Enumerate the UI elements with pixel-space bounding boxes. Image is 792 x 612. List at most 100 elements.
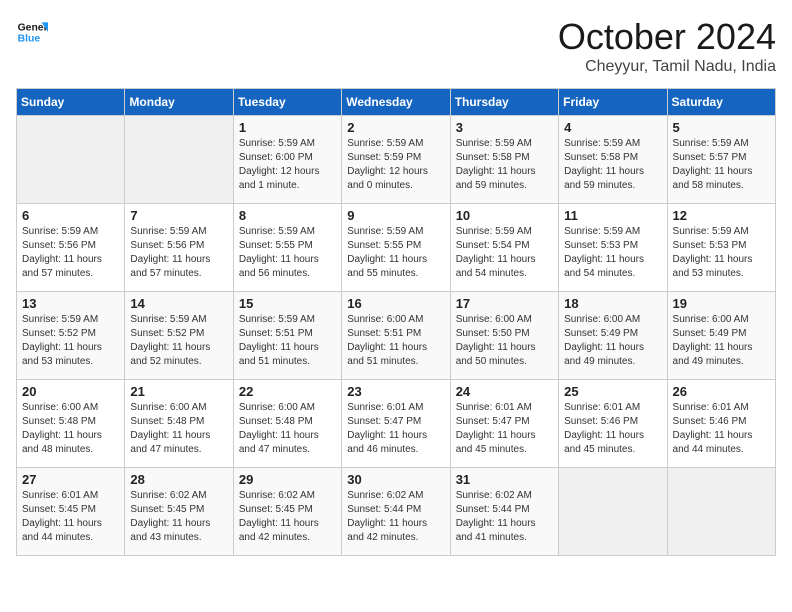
- calendar-cell: [667, 468, 775, 556]
- calendar-cell: [125, 116, 233, 204]
- day-number: 5: [673, 120, 770, 135]
- calendar-cell: 28 Sunrise: 6:02 AM Sunset: 5:45 PM Dayli…: [125, 468, 233, 556]
- day-info: Sunrise: 5:59 AM Sunset: 5:56 PM Dayligh…: [22, 225, 119, 281]
- day-of-week-header: Friday: [559, 89, 667, 116]
- logo: General Blue: [16, 16, 48, 48]
- day-of-week-header: Monday: [125, 89, 233, 116]
- day-number: 9: [347, 208, 444, 223]
- calendar-cell: 11 Sunrise: 5:59 AM Sunset: 5:53 PM Dayli…: [559, 204, 667, 292]
- day-number: 19: [673, 296, 770, 311]
- day-number: 31: [456, 472, 553, 487]
- calendar-cell: 29Sunrise: 6:02 AM Sunset: 5:45 PM Dayli…: [233, 468, 341, 556]
- day-info: Sunrise: 5:59 AM Sunset: 5:57 PM Dayligh…: [673, 137, 770, 193]
- calendar-cell: 18 Sunrise: 6:00 AM Sunset: 5:49 PM Dayli…: [559, 292, 667, 380]
- calendar-cell: 2 Sunrise: 5:59 AM Sunset: 5:59 PM Daylig…: [342, 116, 450, 204]
- calendar-cell: 21 Sunrise: 6:00 AM Sunset: 5:48 PM Dayli…: [125, 380, 233, 468]
- day-number: 8: [239, 208, 336, 223]
- day-info: Sunrise: 6:00 AM Sunset: 5:50 PM Dayligh…: [456, 313, 553, 369]
- day-info: Sunrise: 5:59 AM Sunset: 5:54 PM Dayligh…: [456, 225, 553, 281]
- calendar-cell: 20 Sunrise: 6:00 AM Sunset: 5:48 PM Dayli…: [17, 380, 125, 468]
- calendar-cell: 6 Sunrise: 5:59 AM Sunset: 5:56 PM Daylig…: [17, 204, 125, 292]
- day-number: 11: [564, 208, 661, 223]
- day-number: 13: [22, 296, 119, 311]
- calendar-cell: 7Sunrise: 5:59 AM Sunset: 5:56 PM Daylig…: [125, 204, 233, 292]
- day-number: 15: [239, 296, 336, 311]
- calendar-cell: 13 Sunrise: 5:59 AM Sunset: 5:52 PM Dayli…: [17, 292, 125, 380]
- calendar-cell: 24Sunrise: 6:01 AM Sunset: 5:47 PM Dayli…: [450, 380, 558, 468]
- calendar-week-row: 6 Sunrise: 5:59 AM Sunset: 5:56 PM Daylig…: [17, 204, 776, 292]
- day-number: 20: [22, 384, 119, 399]
- day-number: 4: [564, 120, 661, 135]
- calendar-cell: [17, 116, 125, 204]
- calendar-cell: 14 Sunrise: 5:59 AM Sunset: 5:52 PM Dayli…: [125, 292, 233, 380]
- day-info: Sunrise: 6:00 AM Sunset: 5:49 PM Dayligh…: [673, 313, 770, 369]
- day-number: 21: [130, 384, 227, 399]
- day-info: Sunrise: 5:59 AM Sunset: 5:56 PM Dayligh…: [130, 225, 227, 281]
- calendar-cell: 30 Sunrise: 6:02 AM Sunset: 5:44 PM Dayli…: [342, 468, 450, 556]
- day-info: Sunrise: 5:59 AM Sunset: 6:00 PM Dayligh…: [239, 137, 336, 193]
- day-number: 12: [673, 208, 770, 223]
- calendar-cell: 27 Sunrise: 6:01 AM Sunset: 5:45 PM Dayli…: [17, 468, 125, 556]
- day-number: 18: [564, 296, 661, 311]
- day-number: 10: [456, 208, 553, 223]
- day-info: Sunrise: 6:02 AM Sunset: 5:45 PM Dayligh…: [130, 489, 227, 545]
- calendar-cell: 22 Sunrise: 6:00 AM Sunset: 5:48 PM Dayli…: [233, 380, 341, 468]
- day-info: Sunrise: 6:01 AM Sunset: 5:47 PM Dayligh…: [347, 401, 444, 457]
- day-number: 14: [130, 296, 227, 311]
- day-info: Sunrise: 5:59 AM Sunset: 5:59 PM Dayligh…: [347, 137, 444, 193]
- day-info: Sunrise: 5:59 AM Sunset: 5:51 PM Dayligh…: [239, 313, 336, 369]
- day-info: Sunrise: 5:59 AM Sunset: 5:55 PM Dayligh…: [347, 225, 444, 281]
- day-number: 6: [22, 208, 119, 223]
- calendar-cell: 5 Sunrise: 5:59 AM Sunset: 5:57 PM Daylig…: [667, 116, 775, 204]
- calendar-header-row: SundayMondayTuesdayWednesdayThursdayFrid…: [17, 89, 776, 116]
- svg-text:Blue: Blue: [18, 34, 41, 45]
- calendar-week-row: 20 Sunrise: 6:00 AM Sunset: 5:48 PM Dayli…: [17, 380, 776, 468]
- day-info: Sunrise: 6:00 AM Sunset: 5:48 PM Dayligh…: [22, 401, 119, 457]
- day-info: Sunrise: 5:59 AM Sunset: 5:58 PM Dayligh…: [456, 137, 553, 193]
- month-title: October 2024: [558, 16, 776, 58]
- day-info: Sunrise: 6:00 AM Sunset: 5:49 PM Dayligh…: [564, 313, 661, 369]
- day-info: Sunrise: 6:01 AM Sunset: 5:46 PM Dayligh…: [564, 401, 661, 457]
- day-info: Sunrise: 6:00 AM Sunset: 5:48 PM Dayligh…: [239, 401, 336, 457]
- calendar-cell: 16Sunrise: 6:00 AM Sunset: 5:51 PM Dayli…: [342, 292, 450, 380]
- day-of-week-header: Sunday: [17, 89, 125, 116]
- day-number: 27: [22, 472, 119, 487]
- calendar-cell: 12 Sunrise: 5:59 AM Sunset: 5:53 PM Dayli…: [667, 204, 775, 292]
- calendar-week-row: 1 Sunrise: 5:59 AM Sunset: 6:00 PM Daylig…: [17, 116, 776, 204]
- calendar-week-row: 13 Sunrise: 5:59 AM Sunset: 5:52 PM Dayli…: [17, 292, 776, 380]
- calendar-table: SundayMondayTuesdayWednesdayThursdayFrid…: [16, 88, 776, 556]
- page-header: General Blue October 2024 Cheyyur, Tamil…: [16, 16, 776, 76]
- day-info: Sunrise: 5:59 AM Sunset: 5:58 PM Dayligh…: [564, 137, 661, 193]
- day-info: Sunrise: 5:59 AM Sunset: 5:53 PM Dayligh…: [564, 225, 661, 281]
- day-info: Sunrise: 5:59 AM Sunset: 5:53 PM Dayligh…: [673, 225, 770, 281]
- day-info: Sunrise: 5:59 AM Sunset: 5:52 PM Dayligh…: [22, 313, 119, 369]
- day-of-week-header: Saturday: [667, 89, 775, 116]
- day-of-week-header: Thursday: [450, 89, 558, 116]
- day-info: Sunrise: 5:59 AM Sunset: 5:52 PM Dayligh…: [130, 313, 227, 369]
- day-number: 3: [456, 120, 553, 135]
- day-number: 30: [347, 472, 444, 487]
- day-number: 17: [456, 296, 553, 311]
- day-info: Sunrise: 6:01 AM Sunset: 5:45 PM Dayligh…: [22, 489, 119, 545]
- day-number: 26: [673, 384, 770, 399]
- day-of-week-header: Wednesday: [342, 89, 450, 116]
- calendar-cell: 1 Sunrise: 5:59 AM Sunset: 6:00 PM Daylig…: [233, 116, 341, 204]
- day-number: 23: [347, 384, 444, 399]
- calendar-cell: 8Sunrise: 5:59 AM Sunset: 5:55 PM Daylig…: [233, 204, 341, 292]
- day-info: Sunrise: 6:00 AM Sunset: 5:48 PM Dayligh…: [130, 401, 227, 457]
- calendar-cell: 17 Sunrise: 6:00 AM Sunset: 5:50 PM Dayli…: [450, 292, 558, 380]
- day-number: 1: [239, 120, 336, 135]
- day-number: 24: [456, 384, 553, 399]
- calendar-cell: 25 Sunrise: 6:01 AM Sunset: 5:46 PM Dayli…: [559, 380, 667, 468]
- title-block: October 2024 Cheyyur, Tamil Nadu, India: [558, 16, 776, 76]
- day-number: 25: [564, 384, 661, 399]
- day-info: Sunrise: 6:02 AM Sunset: 5:44 PM Dayligh…: [347, 489, 444, 545]
- calendar-cell: 19 Sunrise: 6:00 AM Sunset: 5:49 PM Dayli…: [667, 292, 775, 380]
- calendar-week-row: 27 Sunrise: 6:01 AM Sunset: 5:45 PM Dayli…: [17, 468, 776, 556]
- calendar-cell: 3 Sunrise: 5:59 AM Sunset: 5:58 PM Daylig…: [450, 116, 558, 204]
- day-number: 22: [239, 384, 336, 399]
- day-number: 2: [347, 120, 444, 135]
- day-info: Sunrise: 6:01 AM Sunset: 5:46 PM Dayligh…: [673, 401, 770, 457]
- calendar-cell: 9 Sunrise: 5:59 AM Sunset: 5:55 PM Daylig…: [342, 204, 450, 292]
- day-number: 28: [130, 472, 227, 487]
